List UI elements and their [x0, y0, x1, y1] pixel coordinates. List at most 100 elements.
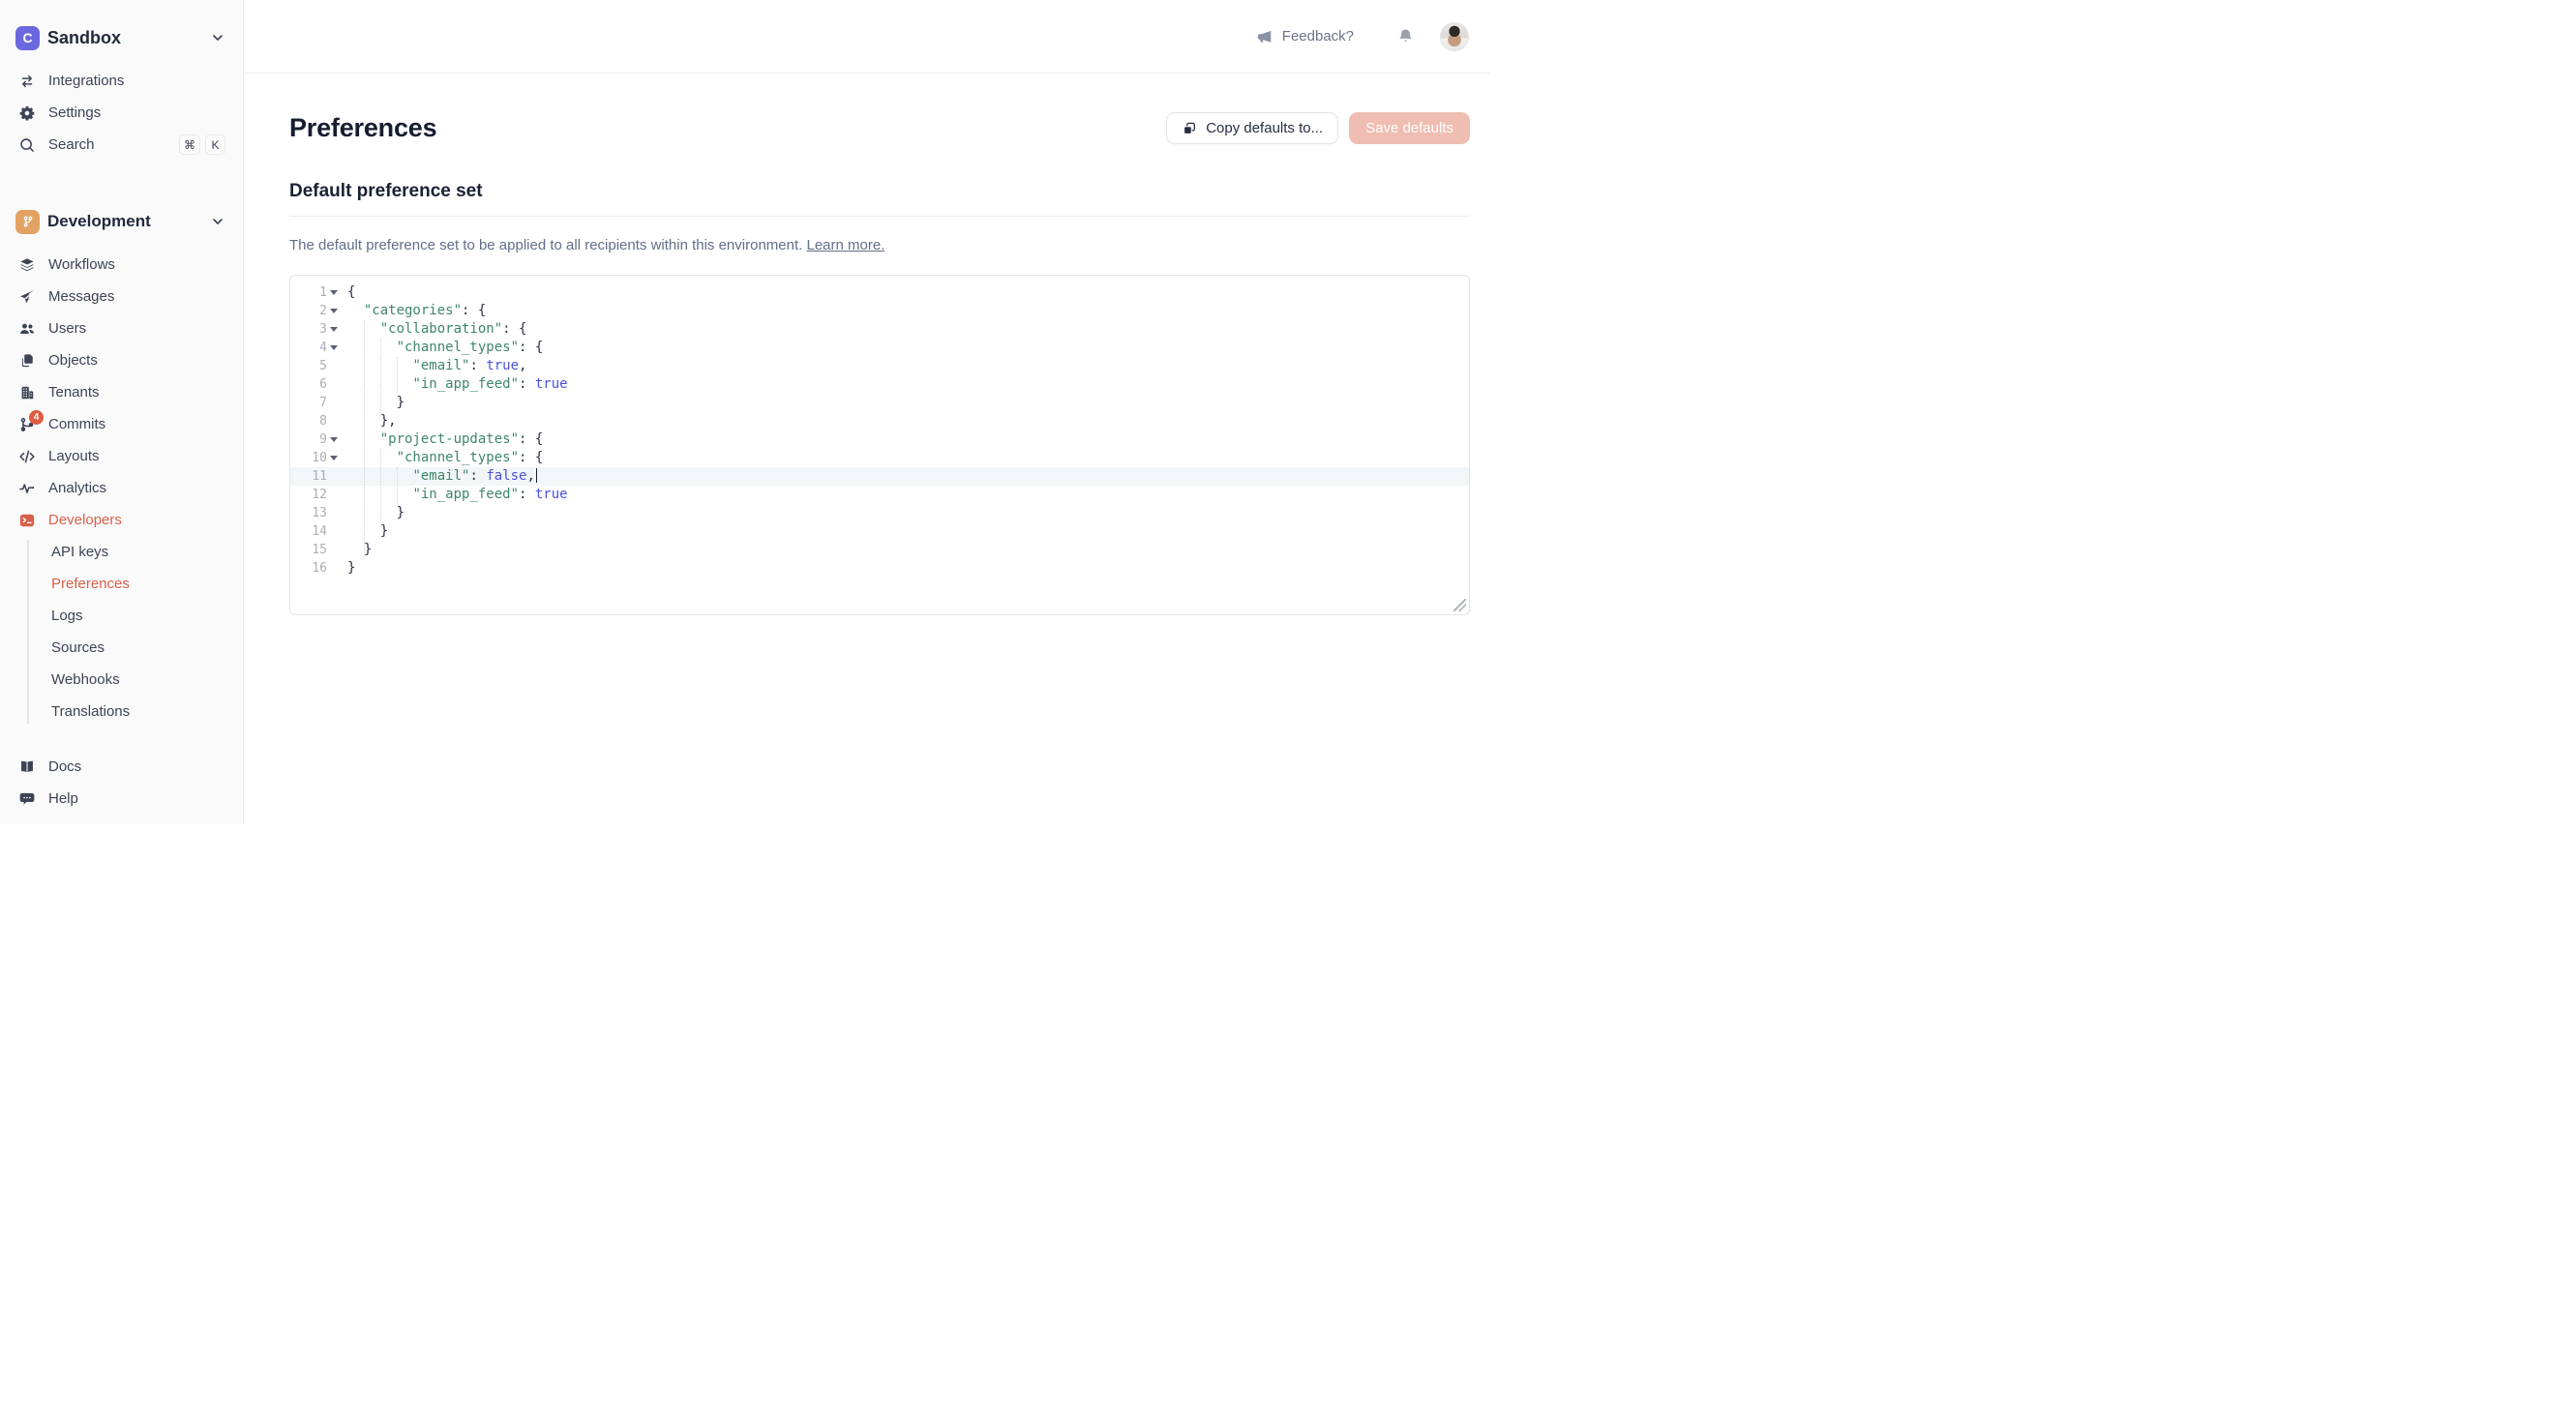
description-text: The default preference set to be applied…	[289, 237, 802, 253]
line-number: 6	[290, 375, 327, 394]
line-number: 9	[290, 430, 327, 449]
fold-gutter	[327, 394, 341, 412]
code-text: }	[341, 394, 404, 412]
fold-arrow-icon[interactable]	[327, 320, 341, 339]
sidebar-item-analytics[interactable]: Analytics	[0, 472, 243, 504]
page-title: Preferences	[289, 113, 436, 143]
sidebar-subitem-sources[interactable]: Sources	[0, 632, 243, 664]
sidebar-item-search[interactable]: Search⌘K	[0, 129, 243, 161]
chevron-down-icon	[210, 30, 225, 45]
code-line-12: 12 "in_app_feed": true	[290, 486, 1469, 504]
code-line-2: 2 "categories": {	[290, 302, 1469, 320]
code-text: "in_app_feed": true	[341, 375, 568, 394]
code-line-11: 11 "email": false,	[290, 467, 1469, 486]
shortcut-key: ⌘	[179, 134, 200, 155]
sidebar-item-layouts[interactable]: Layouts	[0, 440, 243, 472]
sidebar-item-workflows[interactable]: Workflows	[0, 249, 243, 281]
code-text: {	[341, 283, 355, 302]
line-number: 1	[290, 283, 327, 302]
sidebar-item-label: Search	[48, 136, 179, 153]
send-icon	[18, 288, 36, 306]
fold-arrow-icon[interactable]	[327, 449, 341, 467]
sidebar-item-commits[interactable]: 4Commits	[0, 408, 243, 440]
workspace-switcher[interactable]: C Sandbox	[0, 19, 243, 56]
sidebar-item-label: Messages	[48, 288, 225, 305]
main-content: Preferences Copy defaults to... Save def…	[244, 74, 1490, 824]
sidebar-subitem-preferences[interactable]: Preferences	[0, 568, 243, 600]
integrations-icon	[18, 73, 36, 90]
fold-arrow-icon[interactable]	[327, 283, 341, 302]
code-line-13: 13 }	[290, 504, 1469, 522]
code-icon	[18, 448, 36, 465]
fold-arrow-icon[interactable]	[327, 339, 341, 357]
search-icon	[18, 136, 36, 154]
sidebar-item-messages[interactable]: Messages	[0, 281, 243, 312]
subnav-indent-line	[27, 540, 29, 724]
sidebar-item-developers[interactable]: Developers	[0, 504, 243, 536]
top-bar: Feedback?	[244, 0, 1490, 74]
text-cursor	[536, 468, 538, 483]
gear-icon	[18, 104, 36, 122]
code-text: }	[341, 522, 388, 541]
fold-gutter	[327, 504, 341, 522]
code-text: "email": false,	[341, 467, 537, 486]
shortcut-key: K	[205, 134, 225, 155]
code-text: "categories": {	[341, 302, 486, 320]
code-text: "channel_types": {	[341, 449, 543, 467]
line-number: 16	[290, 559, 327, 578]
code-text: "email": true,	[341, 357, 526, 375]
chevron-down-icon	[210, 214, 225, 229]
copy-defaults-label: Copy defaults to...	[1206, 120, 1323, 136]
code-line-4: 4 "channel_types": {	[290, 339, 1469, 357]
sidebar-item-label: Objects	[48, 352, 225, 369]
save-defaults-button[interactable]: Save defaults	[1349, 112, 1470, 144]
code-text: }	[341, 541, 372, 559]
code-line-7: 7 }	[290, 394, 1469, 412]
code-line-3: 3 "collaboration": {	[290, 320, 1469, 339]
sidebar-item-help[interactable]: Help	[0, 783, 243, 815]
fold-arrow-icon[interactable]	[327, 302, 341, 320]
line-number: 2	[290, 302, 327, 320]
sidebar-item-label: Layouts	[48, 448, 225, 464]
code-text: "collaboration": {	[341, 320, 526, 339]
fold-gutter	[327, 375, 341, 394]
sidebar-item-integrations[interactable]: Integrations	[0, 65, 243, 97]
bell-icon[interactable]	[1396, 27, 1415, 45]
sidebar-item-docs[interactable]: Docs	[0, 751, 243, 783]
line-number: 10	[290, 449, 327, 467]
copy-defaults-button[interactable]: Copy defaults to...	[1166, 112, 1338, 144]
sidebar-item-objects[interactable]: Objects	[0, 344, 243, 376]
commits-count-badge: 4	[29, 410, 44, 425]
line-number: 4	[290, 339, 327, 357]
fold-gutter	[327, 357, 341, 375]
line-number: 15	[290, 541, 327, 559]
code-text: }	[341, 504, 404, 522]
sidebar-bottom-nav: DocsHelp	[0, 751, 243, 824]
sidebar-item-users[interactable]: Users	[0, 312, 243, 344]
sidebar-subitem-logs[interactable]: Logs	[0, 600, 243, 632]
line-number: 14	[290, 522, 327, 541]
sidebar-subitem-webhooks[interactable]: Webhooks	[0, 664, 243, 696]
sidebar-item-label: Analytics	[48, 480, 225, 496]
learn-more-link[interactable]: Learn more.	[806, 237, 884, 253]
resize-handle-icon[interactable]	[1453, 599, 1466, 611]
code-text: "channel_types": {	[341, 339, 543, 357]
sidebar-item-tenants[interactable]: Tenants	[0, 376, 243, 408]
code-line-8: 8 },	[290, 412, 1469, 430]
line-number: 7	[290, 394, 327, 412]
sidebar-item-label: Workflows	[48, 256, 225, 273]
json-code-editor[interactable]: 1 {2 "categories": {3 "collaboration": {4…	[289, 275, 1470, 615]
feedback-button[interactable]: Feedback?	[1256, 28, 1354, 45]
section-divider	[289, 216, 1470, 217]
environment-switcher[interactable]: Development	[0, 202, 243, 241]
fold-gutter	[327, 412, 341, 430]
layers-icon	[18, 256, 36, 274]
fold-gutter	[327, 559, 341, 578]
sidebar-subitem-api-keys[interactable]: API keys	[0, 536, 243, 568]
avatar[interactable]	[1440, 22, 1469, 51]
code-text: "project-updates": {	[341, 430, 543, 449]
fold-arrow-icon[interactable]	[327, 430, 341, 449]
sidebar-item-settings[interactable]: Settings	[0, 97, 243, 129]
sidebar-subitem-translations[interactable]: Translations	[0, 696, 243, 727]
code-text: "in_app_feed": true	[341, 486, 568, 504]
